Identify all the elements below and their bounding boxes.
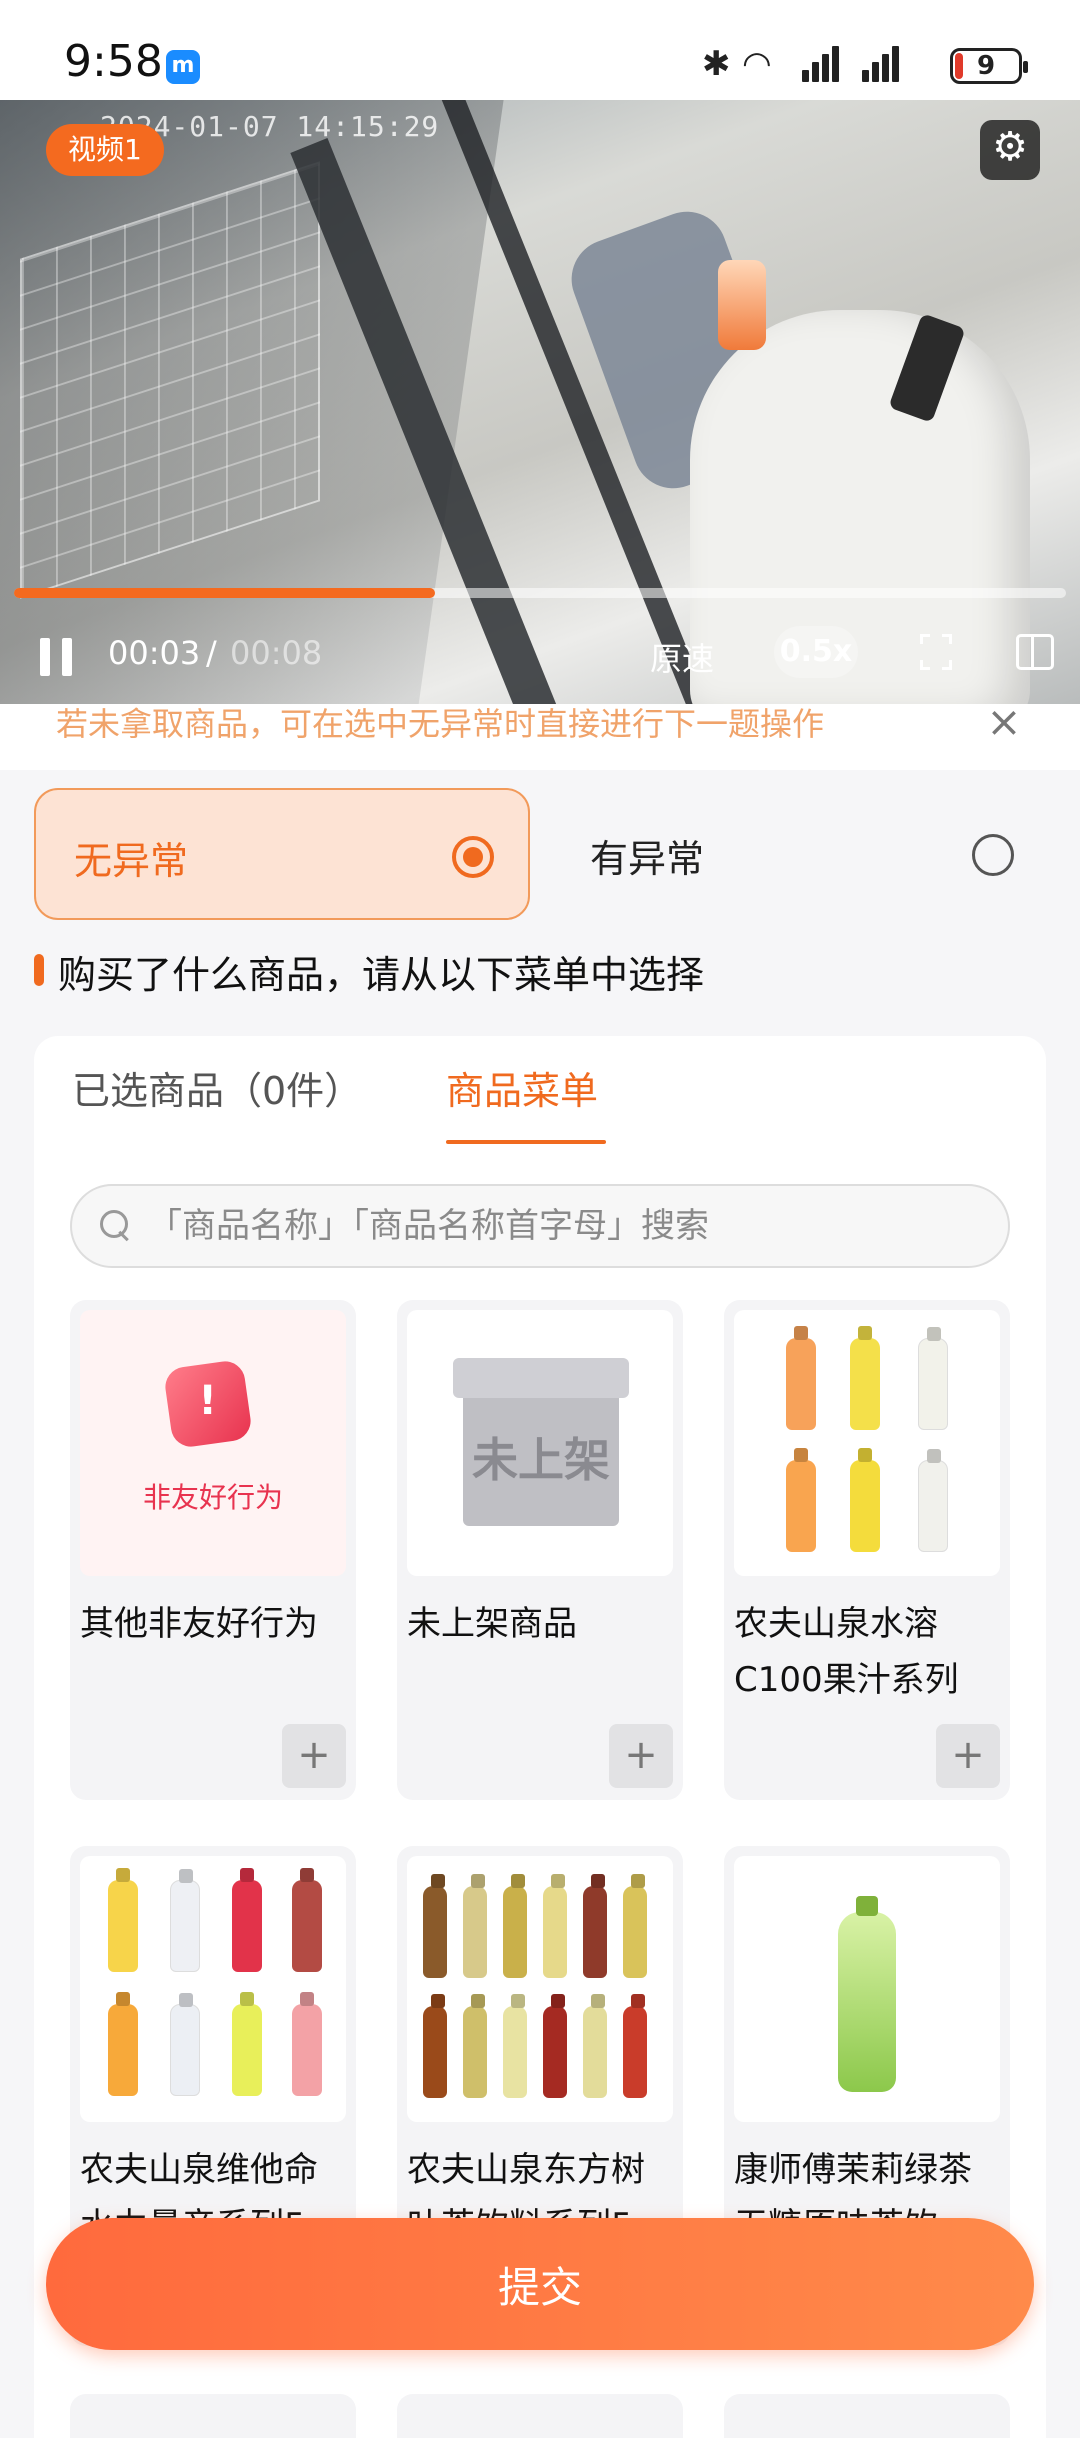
- status-bar: 9:58 m ✱ ◠ 9: [0, 0, 1080, 100]
- submit-button[interactable]: 提交: [46, 2218, 1034, 2350]
- app-notification-icon: m: [166, 50, 200, 84]
- app-badge-letter: m: [171, 53, 195, 78]
- notice-text: 若未拿取商品，可在选中无异常时直接进行下一题操作: [56, 705, 825, 743]
- add-icon[interactable]: +: [282, 1724, 346, 1788]
- video-progress-fill: [14, 588, 435, 598]
- green-tea-bottle-image: [838, 1896, 896, 2092]
- signal-icon: [798, 44, 846, 84]
- speed-label[interactable]: 原速: [650, 634, 714, 680]
- product-card[interactable]: [724, 2394, 1010, 2438]
- option-no-anomaly[interactable]: 无异常: [34, 788, 530, 920]
- fullscreen-icon[interactable]: [920, 634, 952, 670]
- product-card[interactable]: ! 非友好行为 其他非友好行为 +: [70, 1300, 356, 1800]
- search-input[interactable]: [148, 1186, 988, 1266]
- product-image: 未上架: [407, 1310, 673, 1576]
- question-accent-bar: [34, 954, 44, 986]
- option-has-anomaly[interactable]: 有异常: [556, 788, 1052, 920]
- product-image: [407, 1856, 673, 2122]
- video-settings-icon[interactable]: ⚙: [980, 120, 1040, 180]
- product-image: [734, 1310, 1000, 1576]
- question-text: 购买了什么商品，请从以下菜单中选择: [58, 953, 705, 997]
- option-label: 有异常: [590, 837, 705, 881]
- tab-selected-items[interactable]: 已选商品（0件）: [72, 1060, 362, 1115]
- signal-icon-2: [858, 44, 906, 84]
- radio-checked-icon[interactable]: [452, 836, 494, 878]
- product-image-label: 未上架: [472, 1433, 610, 1487]
- question-heading: 购买了什么商品，请从以下菜单中选择: [34, 942, 1034, 998]
- radio-unchecked-icon[interactable]: [972, 834, 1014, 876]
- product-name: 农夫山泉水溶C100果汁系列44…: [734, 1604, 959, 1700]
- bluetooth-icon: ✱: [702, 44, 731, 84]
- juice-bottles-image: [734, 1310, 1000, 1576]
- add-icon[interactable]: +: [609, 1724, 673, 1788]
- video-controls: 00:03 / 00:08 原速 0.5x: [0, 620, 1080, 690]
- tea-bottles-image: [407, 1856, 673, 2122]
- submit-label: 提交: [497, 2263, 582, 2312]
- wifi-icon: ◠: [742, 44, 772, 84]
- search-icon: [100, 1210, 132, 1242]
- notice-bar: 若未拿取商品，可在选中无异常时直接进行下一题操作 ×: [0, 701, 1080, 770]
- product-image: [80, 1856, 346, 2122]
- product-card[interactable]: [70, 2394, 356, 2438]
- close-icon[interactable]: ×: [984, 701, 1024, 743]
- tab-active-indicator: [446, 1140, 606, 1144]
- video-progress-bar[interactable]: [14, 588, 1066, 598]
- pause-icon[interactable]: [40, 638, 74, 676]
- total-time: 00:08: [230, 634, 323, 672]
- product-name: 其他非友好行为: [80, 1604, 318, 1644]
- product-card[interactable]: 未上架 未上架商品 +: [397, 1300, 683, 1800]
- battery-icon: 9: [950, 48, 1028, 84]
- anomaly-options: 无异常 有异常: [0, 770, 1080, 930]
- product-image: ! 非友好行为: [80, 1310, 346, 1576]
- product-image-label: 非友好行为: [142, 1481, 283, 1514]
- vitamin-water-bottles-image: [80, 1856, 346, 2122]
- battery-percent: 9: [976, 51, 996, 81]
- product-card[interactable]: 农夫山泉水溶C100果汁系列44… +: [724, 1300, 1010, 1800]
- search-bar[interactable]: [70, 1184, 1010, 1268]
- product-image: [734, 1856, 1000, 2122]
- video-scene-bottle: [718, 260, 766, 350]
- status-time: 9:58: [64, 36, 163, 87]
- product-name: 未上架商品: [407, 1604, 577, 1644]
- box-icon: 未上架: [453, 1358, 629, 1526]
- warning-icon: !: [162, 1358, 254, 1450]
- picture-in-picture-icon[interactable]: [1016, 634, 1054, 670]
- speed-button[interactable]: 0.5x: [774, 626, 858, 678]
- option-label: 无异常: [74, 839, 189, 883]
- time-separator: /: [206, 634, 217, 672]
- product-card[interactable]: [397, 2394, 683, 2438]
- tab-product-menu[interactable]: 商品菜单: [446, 1060, 598, 1115]
- add-icon[interactable]: +: [936, 1724, 1000, 1788]
- current-time: 00:03: [108, 634, 201, 672]
- video-player[interactable]: 2024-01-07 14:15:29 视频1 ⚙ 00:03 / 00:08 …: [0, 100, 1080, 704]
- video-tag[interactable]: 视频1: [46, 124, 164, 176]
- status-indicators: ✱ ◠ 9: [702, 44, 1028, 86]
